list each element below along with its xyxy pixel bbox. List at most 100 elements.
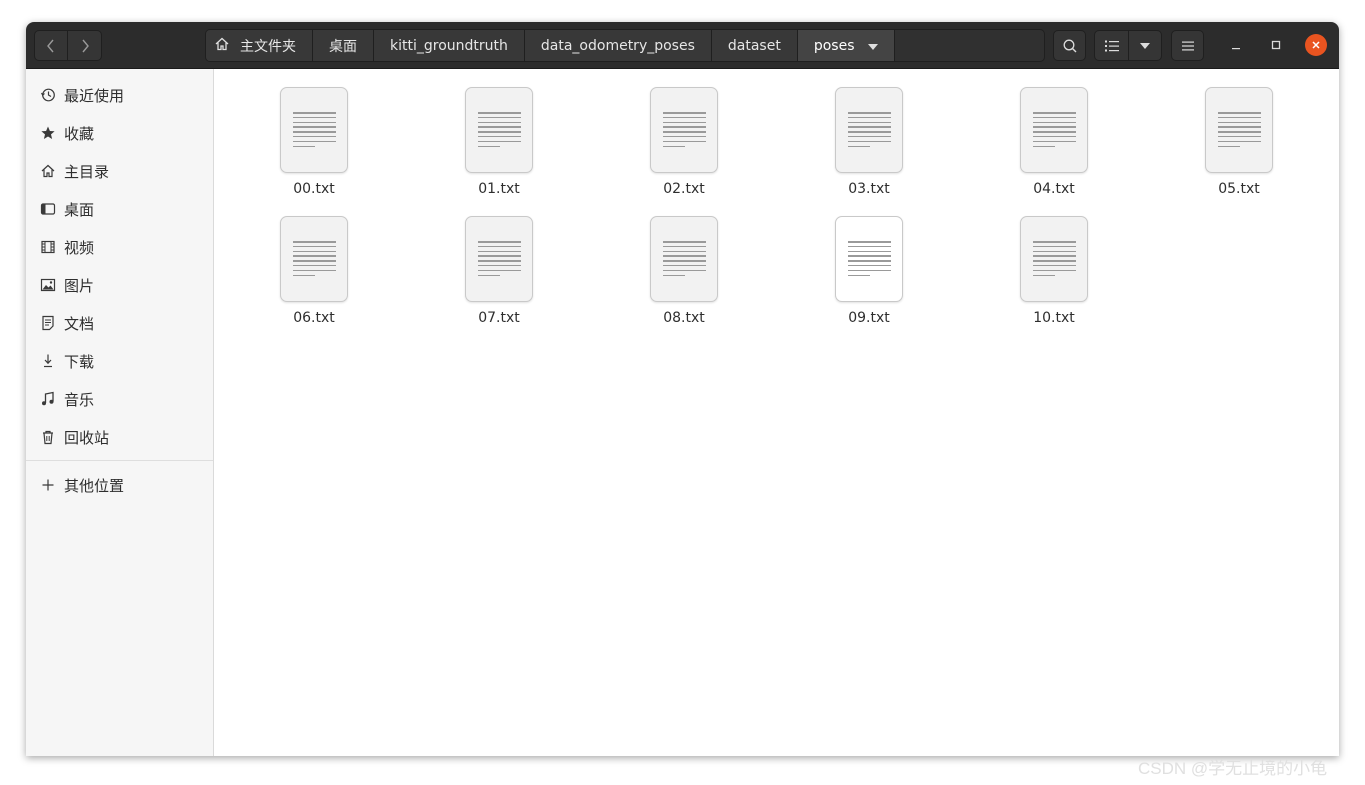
text-file-icon bbox=[280, 87, 348, 173]
file-item[interactable]: 10.txt bbox=[994, 216, 1114, 336]
path-bar: 主文件夹 桌面 kitti_groundtruth data_odometry_… bbox=[205, 29, 1045, 62]
breadcrumb-data-odometry-poses[interactable]: data_odometry_poses bbox=[524, 30, 712, 61]
sidebar-item-trash[interactable]: 回收站 bbox=[26, 418, 213, 456]
sidebar-item-home[interactable]: 主目录 bbox=[26, 152, 213, 190]
text-file-icon bbox=[1020, 87, 1088, 173]
download-icon bbox=[40, 353, 56, 369]
sidebar-item-label: 音乐 bbox=[64, 390, 95, 409]
text-file-icon bbox=[835, 87, 903, 173]
sidebar-item-pictures[interactable]: 图片 bbox=[26, 266, 213, 304]
file-manager-window: 主文件夹 桌面 kitti_groundtruth data_odometry_… bbox=[26, 22, 1339, 756]
minimize-button[interactable] bbox=[1225, 34, 1247, 56]
sidebar-item-desktop[interactable]: 桌面 bbox=[26, 190, 213, 228]
search-icon bbox=[1063, 39, 1076, 52]
sidebar-item-label: 最近使用 bbox=[64, 86, 125, 105]
sidebar-item-starred[interactable]: 收藏 bbox=[26, 114, 213, 152]
plus-icon bbox=[40, 477, 56, 493]
close-icon bbox=[1312, 41, 1320, 49]
back-button[interactable] bbox=[34, 30, 68, 61]
sidebar-item-documents[interactable]: 文档 bbox=[26, 304, 213, 342]
header-bar: 主文件夹 桌面 kitti_groundtruth data_odometry_… bbox=[26, 22, 1339, 69]
caret-down-icon bbox=[868, 38, 879, 54]
forward-button[interactable] bbox=[68, 30, 102, 61]
list-view-button[interactable] bbox=[1094, 30, 1129, 61]
file-name: 08.txt bbox=[663, 310, 705, 326]
trash-icon bbox=[40, 429, 56, 445]
star-icon bbox=[40, 125, 56, 141]
file-item[interactable]: 02.txt bbox=[624, 87, 744, 207]
sidebar: 最近使用 收藏 主目录 桌面 视频 图片 文档 下载 音乐 回收站 其他位置 bbox=[26, 69, 214, 756]
home-icon bbox=[40, 163, 56, 179]
file-name: 06.txt bbox=[293, 310, 335, 326]
sidebar-item-music[interactable]: 音乐 bbox=[26, 380, 213, 418]
sidebar-item-label: 下载 bbox=[64, 352, 95, 371]
watermark-text: CSDN @学无止境的小龟 bbox=[1138, 759, 1328, 778]
close-button[interactable] bbox=[1305, 34, 1327, 56]
desktop-icon bbox=[40, 201, 56, 217]
path-bar-empty bbox=[895, 30, 1044, 61]
sidebar-item-label: 视频 bbox=[64, 238, 95, 257]
home-icon bbox=[214, 36, 230, 56]
sidebar-item-videos[interactable]: 视频 bbox=[26, 228, 213, 266]
hamburger-icon bbox=[1181, 41, 1194, 50]
file-item[interactable]: 01.txt bbox=[439, 87, 559, 207]
maximize-button[interactable] bbox=[1265, 34, 1287, 56]
file-item[interactable]: 07.txt bbox=[439, 216, 559, 336]
breadcrumb-label: dataset bbox=[727, 37, 781, 54]
text-file-icon bbox=[1205, 87, 1273, 173]
breadcrumb-label: 桌面 bbox=[329, 38, 357, 55]
file-item[interactable]: 04.txt bbox=[994, 87, 1114, 207]
search-button[interactable] bbox=[1053, 30, 1086, 61]
file-name: 05.txt bbox=[1218, 181, 1260, 197]
text-file-icon bbox=[650, 87, 718, 173]
breadcrumb-home[interactable]: 主文件夹 bbox=[206, 30, 313, 61]
sidebar-item-other-locations[interactable]: 其他位置 bbox=[26, 466, 213, 504]
breadcrumb-desktop[interactable]: 桌面 bbox=[313, 30, 374, 61]
text-file-icon bbox=[280, 216, 348, 302]
file-item[interactable]: 00.txt bbox=[254, 87, 374, 207]
breadcrumb-label: poses bbox=[813, 37, 855, 54]
caret-down-icon bbox=[1140, 42, 1150, 49]
breadcrumb-dataset[interactable]: dataset bbox=[711, 30, 798, 61]
file-name: 04.txt bbox=[1033, 181, 1075, 197]
minimize-icon bbox=[1232, 48, 1240, 50]
file-name: 09.txt bbox=[848, 310, 890, 326]
document-icon bbox=[40, 315, 56, 331]
breadcrumb-kitti-groundtruth[interactable]: kitti_groundtruth bbox=[374, 30, 525, 61]
view-options-button[interactable] bbox=[1128, 30, 1162, 61]
sidebar-item-label: 图片 bbox=[64, 276, 95, 295]
file-grid: 00.txt 01.txt 02.txt 03.txt 04.txt 05.tx… bbox=[215, 69, 1339, 756]
text-file-icon bbox=[465, 216, 533, 302]
file-item[interactable]: 06.txt bbox=[254, 216, 374, 336]
text-file-icon bbox=[835, 216, 903, 302]
sidebar-item-label: 主目录 bbox=[64, 162, 110, 181]
file-item[interactable]: 03.txt bbox=[809, 87, 929, 207]
breadcrumb-label: 主文件夹 bbox=[240, 38, 296, 55]
file-item[interactable]: 05.txt bbox=[1179, 87, 1299, 207]
breadcrumb-label: kitti_groundtruth bbox=[390, 37, 508, 54]
breadcrumb-label: data_odometry_poses bbox=[540, 37, 695, 54]
list-view-icon bbox=[1104, 40, 1119, 51]
file-name: 01.txt bbox=[478, 181, 520, 197]
file-name: 02.txt bbox=[663, 181, 705, 197]
sidebar-item-downloads[interactable]: 下载 bbox=[26, 342, 213, 380]
maximize-icon bbox=[1271, 40, 1281, 50]
sidebar-item-label: 回收站 bbox=[64, 428, 110, 447]
navigation-buttons bbox=[34, 30, 102, 61]
file-item[interactable]: 08.txt bbox=[624, 216, 744, 336]
file-name: 03.txt bbox=[848, 181, 890, 197]
file-name: 07.txt bbox=[478, 310, 520, 326]
hamburger-menu-button[interactable] bbox=[1171, 30, 1204, 61]
chevron-right-icon bbox=[81, 39, 89, 52]
video-icon bbox=[40, 239, 56, 255]
breadcrumb-poses[interactable]: poses bbox=[797, 30, 896, 61]
sidebar-item-label: 收藏 bbox=[64, 124, 95, 143]
recent-icon bbox=[40, 87, 56, 103]
sidebar-item-label: 桌面 bbox=[64, 200, 95, 219]
text-file-icon bbox=[465, 87, 533, 173]
music-icon bbox=[40, 391, 56, 407]
text-file-icon bbox=[650, 216, 718, 302]
sidebar-item-recent[interactable]: 最近使用 bbox=[26, 76, 213, 114]
sidebar-divider bbox=[26, 460, 213, 461]
file-item[interactable]: 09.txt bbox=[809, 216, 929, 336]
